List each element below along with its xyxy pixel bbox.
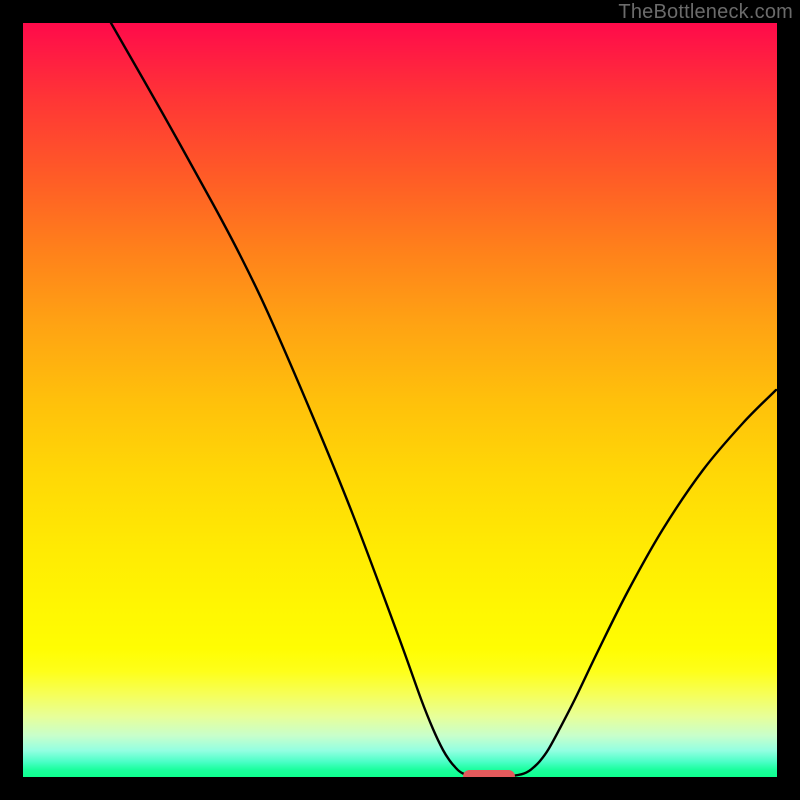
plot-area bbox=[23, 23, 777, 777]
watermark-text: TheBottleneck.com bbox=[618, 1, 793, 24]
optimal-range-marker bbox=[463, 770, 515, 777]
chart-frame: TheBottleneck.com bbox=[0, 0, 800, 800]
bottleneck-curve bbox=[23, 23, 777, 777]
